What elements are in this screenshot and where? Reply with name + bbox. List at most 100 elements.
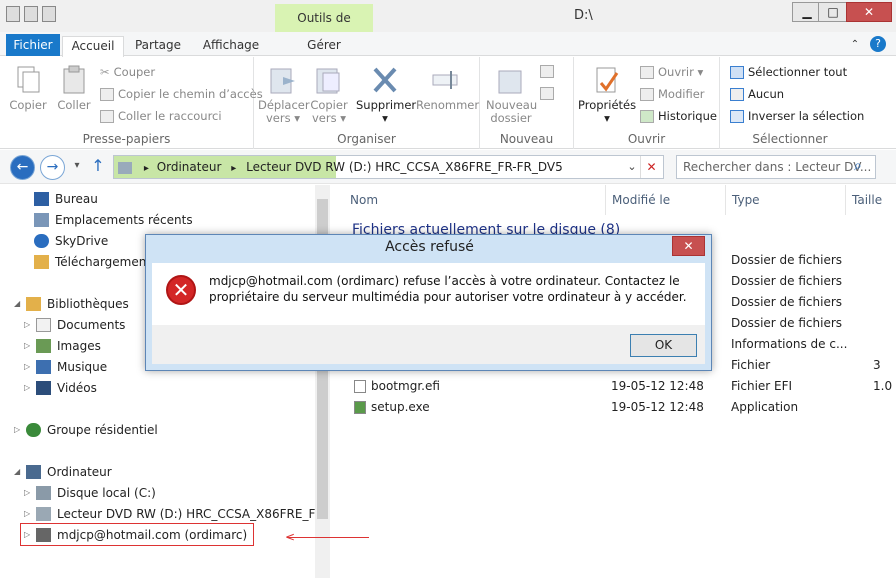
stop-icon[interactable]: ✕ [640, 156, 662, 178]
expand-icon[interactable]: ▷ [14, 420, 26, 440]
expand-icon[interactable]: ▷ [24, 315, 36, 335]
delete-button[interactable]: Supprimer ▾ [356, 61, 416, 125]
copy-to-button[interactable]: Copier vers ▾ [308, 61, 350, 125]
tab-share[interactable]: Partage [134, 36, 182, 56]
properties-qat-icon[interactable] [6, 6, 20, 22]
invert-selection-button[interactable]: Inverser la sélection [730, 109, 864, 123]
paste-button[interactable]: Coller [54, 61, 94, 112]
group-organize: Déplacer vers ▾ Copier vers ▾ Supprimer ▾ R… [254, 57, 480, 149]
address-dropdown-icon[interactable]: ⌄ [624, 156, 640, 178]
ok-button[interactable]: OK [630, 334, 697, 357]
select-none-button[interactable]: Aucun [730, 87, 784, 101]
copy-path-button[interactable]: Copier le chemin d’accès [100, 87, 263, 101]
copy-button[interactable]: Copier [8, 61, 48, 112]
group-label: Organiser [337, 132, 396, 146]
row-type: Dossier de fichiers [731, 295, 843, 309]
row-type: Informations de c... [731, 337, 848, 351]
new-folder-qat-icon[interactable] [24, 6, 38, 22]
nav-item-local-disk[interactable]: ▷ Disque local (C:) [24, 483, 156, 503]
close-button[interactable]: ✕ [846, 2, 892, 22]
window-title: D:\ [574, 8, 593, 23]
breadcrumb[interactable]: ▸ Ordinateur ▸ Lecteur DVD RW (D:) HRC_C… [113, 155, 664, 179]
history-button[interactable]: Historique [640, 109, 717, 123]
rename-button[interactable]: Renommer [416, 61, 479, 112]
nav-item-libraries[interactable]: ◢ Bibliothèques [14, 294, 129, 314]
move-to-button[interactable]: Déplacer vers ▾ [258, 61, 310, 125]
nav-item-dvd-drive[interactable]: ▷ Lecteur DVD RW (D:) HRC_CCSA_X86FRE_FR-… [24, 504, 358, 524]
cut-button[interactable]: ✂ Couper [100, 65, 155, 79]
select-all-button[interactable]: Sélectionner tout [730, 65, 847, 79]
new-item-icon [540, 65, 554, 78]
nav-item-computer[interactable]: ◢ Ordinateur [14, 462, 112, 482]
expand-icon[interactable]: ▷ [24, 378, 36, 398]
group-open: Propriétés ▾ Ouvrir ▾ Modifier Historique… [574, 57, 720, 149]
error-icon: ✕ [166, 275, 196, 305]
tab-manage[interactable]: Gérer [300, 36, 348, 56]
path-icon [100, 87, 114, 101]
open-button[interactable]: Ouvrir ▾ [640, 65, 703, 79]
collapse-icon[interactable]: ◢ [14, 462, 26, 482]
easy-access-button[interactable] [540, 87, 554, 100]
maximize-button[interactable]: □ [818, 2, 848, 22]
column-name[interactable]: Nom [344, 185, 606, 215]
recent-locations-button[interactable]: ▾ [70, 155, 84, 180]
nav-item-documents[interactable]: ▷ Documents [24, 315, 125, 335]
breadcrumb-computer[interactable]: Ordinateur [157, 160, 222, 174]
up-button[interactable]: ↑ [88, 155, 108, 180]
select-all-icon [730, 65, 744, 79]
drive-icon [118, 161, 132, 174]
expand-icon[interactable]: ▷ [24, 357, 36, 377]
expand-icon[interactable]: ▷ [24, 504, 36, 524]
table-row[interactable]: setup.exe 19-05-12 12:48 Application [330, 397, 896, 417]
expand-icon[interactable]: ▷ [24, 336, 36, 356]
title-bar: Outils de lecteur D:\ ▁ □ ✕ [0, 0, 896, 53]
expand-icon[interactable]: ▷ [24, 483, 36, 503]
nav-item-images[interactable]: ▷ Images [24, 336, 101, 356]
annotation-arrow-icon: < [285, 530, 296, 544]
file-icon [354, 380, 366, 393]
paste-shortcut-button[interactable]: Coller le raccourci [100, 109, 222, 123]
row-name: setup.exe [371, 400, 430, 414]
nav-item-music[interactable]: ▷ Musique [24, 357, 107, 377]
table-row[interactable]: bootmgr.efi 19-05-12 12:48 Fichier EFI 1.0 [330, 376, 896, 396]
nav-item-recent[interactable]: Emplacements récents [34, 210, 193, 230]
open-icon [640, 65, 654, 79]
annotation-highlight-box [20, 523, 254, 546]
nav-item-skydrive[interactable]: SkyDrive [34, 231, 108, 251]
rename-icon [431, 65, 459, 95]
breadcrumb-dvd-drive[interactable]: Lecteur DVD RW (D:) HRC_CCSA_X86FRE_FR-F… [246, 160, 563, 174]
nav-item-desktop[interactable]: Bureau [34, 189, 98, 209]
forward-button[interactable]: → [40, 155, 65, 180]
column-type[interactable]: Type [726, 185, 846, 215]
nav-item-homegroup[interactable]: ▷ Groupe résidentiel [14, 420, 158, 440]
row-name: bootmgr.efi [371, 379, 440, 393]
column-modified[interactable]: Modifié le [606, 185, 726, 215]
column-size[interactable]: Taille [846, 185, 896, 215]
dialog-message: mdjcp@hotmail.com (ordimarc) refuse l’ac… [209, 274, 687, 304]
new-folder-button[interactable]: Nouveau dossier [486, 61, 537, 125]
tab-home[interactable]: Accueil [62, 36, 124, 57]
new-item-button[interactable] [540, 65, 554, 78]
access-denied-dialog: Accès refusé ✕ ✕ mdjcp@hotmail.com (ordi… [145, 234, 712, 371]
back-button[interactable]: ← [10, 155, 35, 180]
dialog-body: ✕ mdjcp@hotmail.com (ordimarc) refuse l’… [152, 263, 705, 325]
tab-view[interactable]: Affichage [200, 36, 262, 56]
tab-file[interactable]: Fichier [6, 34, 60, 56]
nav-item-downloads[interactable]: Téléchargements [34, 252, 157, 272]
search-input[interactable]: Rechercher dans : Lecteur DV... [676, 155, 876, 179]
collapse-ribbon-icon[interactable]: ⌃ [848, 36, 862, 56]
edit-icon [640, 87, 654, 101]
properties-button[interactable]: Propriétés ▾ [578, 61, 636, 125]
help-icon[interactable]: ? [870, 36, 886, 52]
collapse-icon[interactable]: ◢ [14, 294, 26, 314]
downloads-icon [34, 255, 49, 269]
row-type: Dossier de fichiers [731, 316, 843, 330]
dialog-close-button[interactable]: ✕ [672, 236, 705, 256]
modify-button[interactable]: Modifier [640, 87, 705, 101]
folder-icon [497, 65, 525, 95]
search-icon[interactable]: ⌕ [854, 158, 862, 174]
quick-access-toolbar [6, 6, 56, 22]
nav-item-videos[interactable]: ▷ Vidéos [24, 378, 97, 398]
customize-qat-icon[interactable] [42, 6, 56, 22]
group-new: Nouveau dossier Nouveau [480, 57, 574, 149]
